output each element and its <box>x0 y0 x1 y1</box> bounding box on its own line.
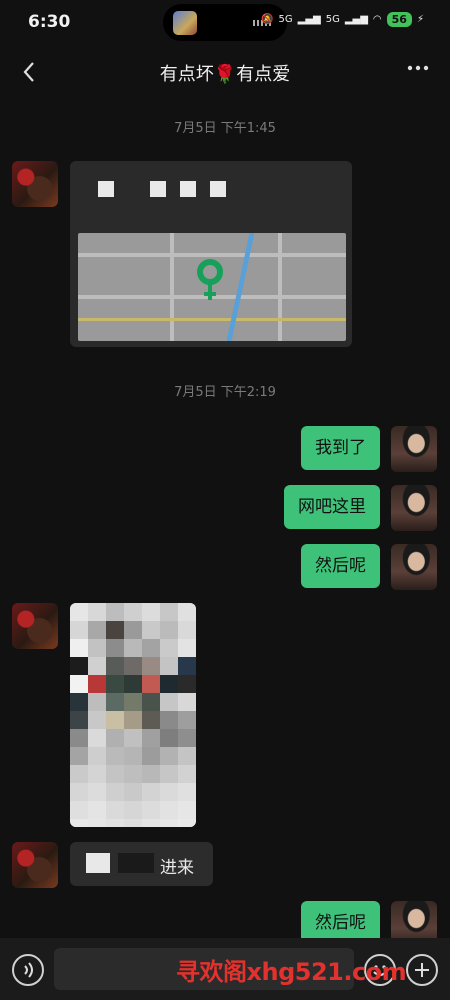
signal-icon: ▂▄▆ <box>344 14 368 25</box>
more-options-button[interactable] <box>406 56 430 86</box>
my-avatar[interactable] <box>391 485 437 531</box>
charging-icon: ⚡ <box>416 14 424 25</box>
message-text: 进来 <box>160 858 194 878</box>
timestamp: 7月5日 下午1:45 <box>174 121 276 136</box>
redacted-text-block <box>118 853 154 873</box>
location-message[interactable] <box>70 161 352 347</box>
signal-icon: ▂▄▆ <box>297 14 321 25</box>
sent-message-bubble[interactable]: 网吧这里 <box>284 485 380 529</box>
map-preview <box>78 233 346 341</box>
contact-avatar[interactable] <box>12 603 58 649</box>
sent-message-bubble[interactable]: 我到了 <box>301 426 380 470</box>
chat-header: 有点坏🌹有点爱 <box>0 44 450 100</box>
voice-input-button[interactable] <box>12 954 44 986</box>
watermark-text: 寻欢阁xhg521.com <box>176 958 407 986</box>
contact-avatar[interactable] <box>12 161 58 207</box>
plus-icon <box>415 963 429 977</box>
redacted-text-block <box>86 853 110 873</box>
my-avatar[interactable] <box>391 426 437 472</box>
voice-icon <box>24 962 33 978</box>
plus-button[interactable] <box>406 954 438 986</box>
location-pin-icon <box>196 258 224 300</box>
more-dots-icon <box>407 65 429 71</box>
battery-level: 56 <box>386 12 412 27</box>
wifi-icon: ◠ <box>372 14 382 25</box>
mute-icon: 🔕 <box>261 14 274 25</box>
my-avatar[interactable] <box>391 544 437 590</box>
timestamp: 7月5日 下午2:19 <box>174 385 276 400</box>
contact-avatar[interactable] <box>12 842 58 888</box>
received-message-bubble[interactable]: 进来 <box>70 842 213 886</box>
status-icons: 🔕 5G ▂▄▆ 5G ▂▄▆ ◠ 56 ⚡ <box>261 12 424 27</box>
status-time: 6:30 <box>28 12 71 32</box>
status-bar: 6:30 🔕 5G ▂▄▆ 5G ▂▄▆ ◠ 56 ⚡ <box>0 0 450 44</box>
photo-message[interactable] <box>70 603 196 827</box>
sent-message-bubble[interactable]: 然后呢 <box>301 544 380 588</box>
redacted-location-name <box>98 181 226 197</box>
media-thumbnail-icon <box>173 11 197 35</box>
chat-title: 有点坏🌹有点爱 <box>159 64 291 85</box>
signal-label-2: 5G <box>325 14 340 25</box>
signal-label-1: 5G <box>278 14 293 25</box>
